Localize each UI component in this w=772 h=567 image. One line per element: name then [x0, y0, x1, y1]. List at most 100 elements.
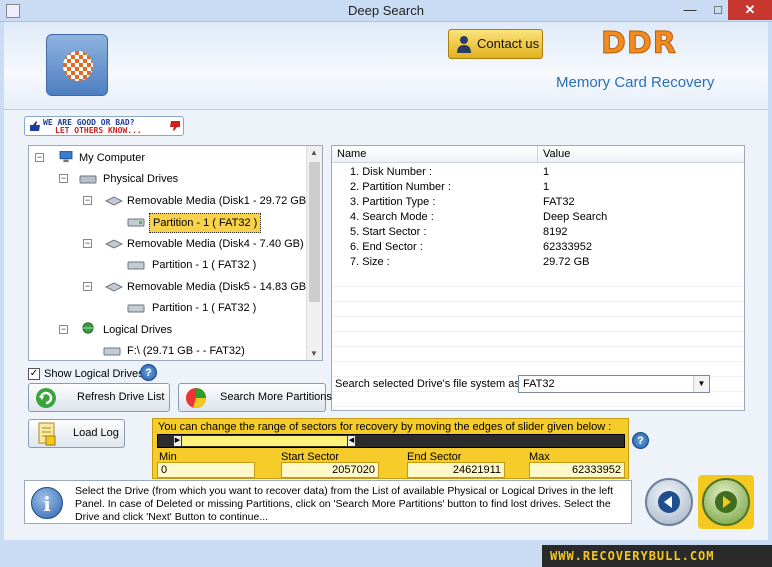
tree-label: Removable Media (Disk1 - 29.72 GB): [127, 195, 310, 207]
checkbox-check[interactable]: ✓: [28, 368, 40, 380]
scroll-up-icon[interactable]: ▲: [310, 148, 318, 157]
partition-icon: [127, 304, 145, 313]
search-more-label: Search More Partitions: [220, 391, 332, 403]
partition-properties-table: Name Value 1. Disk Number : 1 2. Partiti…: [331, 145, 745, 411]
tree-label: My Computer: [79, 152, 146, 164]
file-system-value: FAT32: [523, 378, 555, 390]
table-header: Name Value: [332, 146, 744, 163]
table-row: 1. Disk Number : 1: [332, 165, 744, 180]
drive-tree[interactable]: − My Computer − Physical Drives − Remova…: [28, 145, 323, 361]
contact-us-label: Contact us: [477, 36, 540, 51]
cell-value: Deep Search: [543, 211, 608, 223]
cell-value: 8192: [543, 226, 568, 238]
refresh-label: Refresh Drive List: [77, 391, 165, 403]
rate-us-banner[interactable]: WE ARE GOOD OR BAD? LET OTHERS KNOW...: [24, 116, 184, 136]
cell-name: 4. Search Mode :: [350, 211, 434, 223]
partition-icon: [127, 218, 145, 227]
end-sector-field[interactable]: 24621911: [407, 462, 505, 478]
cell-name: 6. End Sector :: [350, 241, 423, 253]
table-row: 5. Start Sector : 8192: [332, 225, 744, 240]
tree-scrollbar[interactable]: ▲ ▼: [306, 146, 322, 360]
tree-label: Partition - 1 ( FAT32 ): [152, 259, 257, 271]
close-button[interactable]: ✕: [728, 0, 772, 20]
column-header-name[interactable]: Name: [337, 148, 366, 160]
rate-us-line2: LET OTHERS KNOW...: [55, 126, 142, 135]
window-title: Deep Search: [348, 3, 424, 18]
end-sector-value: 24621911: [452, 464, 501, 476]
tree-label: F:\ (29.71 GB - - FAT32): [127, 345, 245, 357]
collapse-icon[interactable]: −: [35, 153, 44, 162]
help-icon[interactable]: ?: [632, 432, 649, 449]
help-icon[interactable]: ?: [140, 364, 157, 381]
cell-name: 3. Partition Type :: [350, 196, 436, 208]
checkbox-label: Show Logical Drives: [44, 368, 144, 380]
collapse-icon[interactable]: −: [83, 239, 92, 248]
drive-icon: [103, 347, 121, 356]
scroll-down-icon[interactable]: ▼: [310, 349, 318, 358]
table-row: 7. Size : 29.72 GB: [332, 255, 744, 270]
footer-website-bar[interactable]: WWW.RECOVERYBULL.COM: [542, 545, 772, 567]
log-file-icon: [38, 422, 56, 446]
info-icon: i: [31, 487, 63, 519]
max-value: 62333952: [572, 464, 621, 476]
brand-logo-text: DDR: [601, 26, 677, 62]
sector-range-slider[interactable]: ▶ ◀: [157, 434, 625, 448]
search-fs-label: Search selected Drive's file system as:: [335, 378, 523, 390]
person-icon: [457, 36, 471, 53]
thumbs-down-icon: [170, 121, 180, 131]
load-log-button[interactable]: Load Log: [28, 419, 125, 448]
collapse-icon[interactable]: −: [83, 196, 92, 205]
table-row: 6. End Sector : 62333952: [332, 240, 744, 255]
start-sector-field[interactable]: 2057020: [281, 462, 379, 478]
sector-range-panel: You can change the range of sectors for …: [152, 418, 629, 479]
refresh-drive-list-button[interactable]: Refresh Drive List: [28, 383, 170, 412]
tree-label: Removable Media (Disk4 - 7.40 GB): [127, 238, 304, 250]
next-button[interactable]: [702, 478, 750, 526]
chevron-down-icon[interactable]: ▼: [693, 376, 709, 392]
tree-label: Physical Drives: [103, 173, 179, 185]
minimize-button[interactable]: —: [676, 0, 704, 20]
cell-value: 1: [543, 166, 550, 178]
drive-icon: [79, 175, 97, 184]
partition-icon: [127, 261, 145, 270]
cell-name: 1. Disk Number :: [350, 166, 432, 178]
globe-icon: [82, 322, 94, 334]
file-system-select[interactable]: FAT32 ▼: [518, 375, 710, 393]
tree-label: Partition - 1 ( FAT32 ): [152, 302, 257, 314]
arrow-left-icon: [658, 491, 680, 513]
slider-end-handle[interactable]: ◀: [347, 435, 356, 447]
cell-value: 29.72 GB: [543, 256, 590, 268]
next-button-highlight: [698, 475, 754, 529]
collapse-icon[interactable]: −: [59, 325, 68, 334]
instructions-panel: i Select the Drive (from which you want …: [24, 480, 632, 524]
back-button[interactable]: [645, 478, 693, 526]
collapse-icon[interactable]: −: [83, 282, 92, 291]
min-value: 0: [161, 464, 168, 476]
header-banner: Contact us DDR Memory Card Recovery: [4, 22, 768, 110]
title-bar: Deep Search — □ ✕: [0, 0, 772, 22]
start-sector-value: 2057020: [332, 464, 375, 476]
scroll-thumb[interactable]: [309, 162, 320, 302]
slider-start-handle[interactable]: ▶: [173, 435, 182, 447]
pie-chart-icon: [186, 388, 206, 408]
cell-value: 62333952: [543, 241, 592, 253]
column-divider[interactable]: [537, 146, 538, 163]
cell-name: 2. Partition Number :: [350, 181, 451, 193]
cell-value: 1: [543, 181, 550, 193]
removable-media-icon: [105, 196, 123, 206]
load-log-label: Load Log: [73, 427, 119, 439]
instructions-text: Select the Drive (from which you want to…: [75, 485, 614, 523]
product-name: Memory Card Recovery: [556, 74, 715, 91]
collapse-icon[interactable]: −: [59, 174, 68, 183]
computer-icon: [59, 151, 73, 163]
search-more-partitions-button[interactable]: Search More Partitions: [178, 383, 332, 412]
table-row: 3. Partition Type : FAT32: [332, 195, 744, 210]
contact-us-button[interactable]: Contact us: [448, 29, 543, 59]
max-value-field: 62333952: [529, 462, 625, 478]
table-row: 2. Partition Number : 1: [332, 180, 744, 195]
removable-media-icon: [105, 282, 123, 292]
slider-selected-range: [174, 436, 350, 446]
cell-name: 5. Start Sector :: [350, 226, 427, 238]
tree-label: Logical Drives: [103, 324, 173, 336]
column-header-value[interactable]: Value: [543, 148, 570, 160]
